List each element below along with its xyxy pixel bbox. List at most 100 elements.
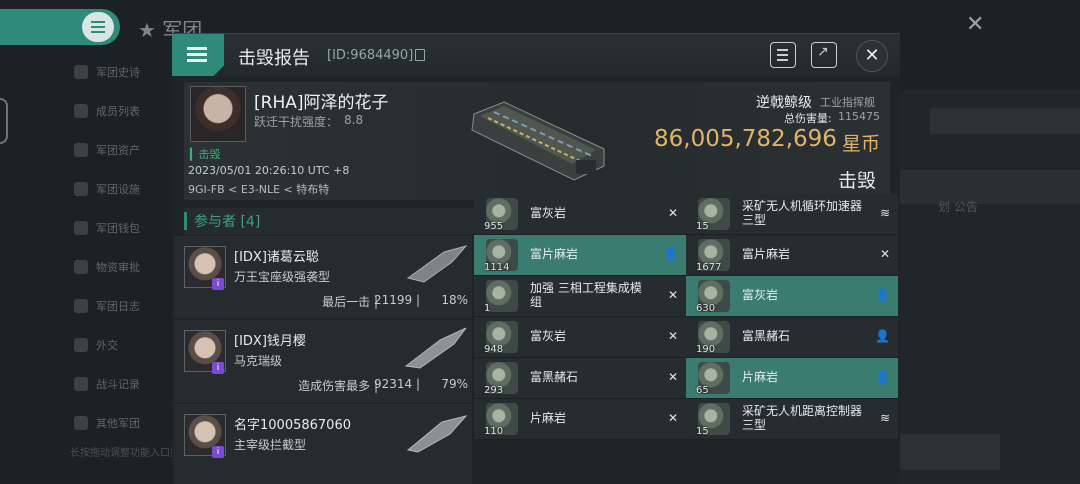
- item-name: 富黑赭石: [530, 370, 579, 384]
- item-name: 采矿无人机循环加速器 三型: [742, 199, 863, 227]
- loot-item[interactable]: 630 富灰岩 👤: [686, 276, 898, 317]
- kill-datetime: 2023/05/01 20:26:10 UTC +8: [188, 164, 350, 177]
- sidebar-item-approval[interactable]: 物资审批: [60, 247, 170, 286]
- loot-item[interactable]: 15 采矿无人机距离控制器 三型 ≋: [686, 399, 898, 440]
- app-root: ★ 军团 ✕ 军团史诗 成员列表 军团资产 军团设施 军团钱包 物资审批 军团日…: [0, 0, 1080, 484]
- sidebar-item-label: 其他军团: [96, 416, 140, 430]
- victim-portrait[interactable]: [190, 86, 246, 142]
- participant-name: 名字10005867060: [234, 418, 351, 433]
- sidebar-item-log[interactable]: 军团日志: [60, 286, 170, 325]
- menu-icon[interactable]: [172, 34, 224, 76]
- participant-note-text: 造成伤害最多: [298, 379, 371, 393]
- sidebar-icon: [74, 376, 88, 391]
- item-quantity: 1114: [484, 262, 510, 273]
- bg-close-icon[interactable]: ✕: [966, 12, 984, 37]
- total-damage-label: 总伤害量:: [784, 112, 832, 125]
- bg-right-panel: 划 公告: [900, 90, 1080, 484]
- info-badge-icon: i: [212, 362, 224, 374]
- sidebar-item-diplomacy[interactable]: 外交: [60, 325, 170, 364]
- loot-item[interactable]: 15 采矿无人机循环加速器 三型 ≋: [686, 194, 898, 235]
- kill-report-dialog: 击毁报告 [ID:9684490] ✕ [RHA]阿泽的花子 跃迁干扰强度： 8…: [172, 33, 900, 484]
- person-icon: 👤: [663, 247, 678, 261]
- destroyed-icon: ✕: [667, 411, 678, 425]
- participant-damage-text: 92314: [373, 377, 413, 391]
- item-name: 片麻岩: [742, 370, 779, 384]
- loot-item[interactable]: 190 富黑赭石 👤: [686, 317, 898, 358]
- report-id: [ID:9684490]: [327, 48, 414, 63]
- victim-ship-class[interactable]: 逆戟鲸级: [756, 92, 812, 112]
- person-icon: 👤: [875, 288, 890, 302]
- loot-item[interactable]: 1114 富片麻岩 👤: [474, 235, 686, 276]
- loot-item[interactable]: 948 富灰岩 ✕: [474, 317, 686, 358]
- participant-ship-image: [406, 415, 468, 453]
- participant-row[interactable]: i 名字10005867060 主宰级拦截型: [174, 404, 472, 484]
- sidebar-icon: [74, 103, 88, 118]
- participant-note-text: 最后一击: [322, 295, 371, 309]
- victim-pilot-name[interactable]: [RHA]阿泽的花子: [254, 88, 389, 113]
- close-icon[interactable]: ✕: [856, 40, 888, 72]
- isk-value: 86,005,782,696: [654, 126, 837, 152]
- dialog-title: 击毁报告: [238, 48, 310, 69]
- item-quantity: 1: [484, 303, 491, 314]
- sidebar-item-epic[interactable]: 军团史诗: [60, 52, 170, 91]
- loot-item[interactable]: 1677 富片麻岩 ✕: [686, 235, 898, 276]
- stack-icon: ≋: [879, 206, 890, 220]
- item-name: 片麻岩: [530, 411, 567, 425]
- participant-damage: 92314 |: [373, 377, 420, 391]
- info-badge-icon: i: [212, 446, 224, 458]
- item-quantity: 110: [484, 426, 504, 437]
- sidebar-item-other-corps[interactable]: 其他军团: [60, 403, 170, 442]
- sidebar-item-label: 物资审批: [96, 260, 140, 274]
- sidebar-item-label: 军团钱包: [96, 221, 140, 235]
- participant-ship-image: [404, 327, 467, 369]
- loot-item[interactable]: 293 富黑赭石 ✕: [474, 358, 686, 399]
- loot-item[interactable]: 955 富灰岩 ✕: [474, 194, 686, 235]
- sidebar-icon: [74, 259, 88, 274]
- item-name: 采矿无人机距离控制器 三型: [742, 404, 863, 432]
- sidebar-item-members[interactable]: 成员列表: [60, 91, 170, 130]
- bg-left-handle[interactable]: [0, 98, 8, 144]
- person-icon: 👤: [875, 329, 890, 343]
- destroyed-icon: ✕: [667, 329, 678, 343]
- warp-disrupt-value: 8.8: [344, 113, 364, 127]
- victim-ship-role: 工业指挥舰: [820, 96, 875, 109]
- participant-row[interactable]: i [IDX]钱月樱 马克瑞级 造成伤害最多 | 92314 | 79%: [174, 320, 472, 402]
- sidebar-item-label: 外交: [96, 338, 118, 352]
- participant-percent: 79%: [441, 377, 468, 391]
- participant-name: [IDX]钱月樱: [234, 334, 306, 349]
- sidebar-icon: [74, 415, 88, 430]
- loot-item[interactable]: 110 片麻岩 ✕: [474, 399, 686, 440]
- total-damage-value: 115475: [838, 110, 880, 123]
- destroyed-icon: ✕: [667, 288, 678, 302]
- copy-icon[interactable]: [415, 49, 425, 61]
- sidebar-item-wallet[interactable]: 军团钱包: [60, 208, 170, 247]
- participant-ship: 马克瑞级: [234, 354, 283, 368]
- sidebar-item-label: 成员列表: [96, 104, 140, 118]
- participants-header: 参与者 [4]: [184, 208, 474, 234]
- bg-menu-button[interactable]: [0, 9, 120, 45]
- sidebar-item-assets[interactable]: 军团资产: [60, 130, 170, 169]
- kill-tag: ▎击毁: [190, 148, 221, 161]
- participant-percent: 18%: [441, 293, 468, 307]
- participant-name: [IDX]诸葛云聪: [234, 250, 319, 265]
- item-name: 富片麻岩: [530, 247, 579, 261]
- item-quantity: 65: [696, 385, 709, 396]
- bg-right-bar: [930, 108, 1080, 134]
- sidebar-item-combat-log[interactable]: 战斗记录: [60, 364, 170, 403]
- item-icon: [486, 280, 518, 312]
- warp-disrupt-label: 跃迁干扰强度：: [254, 115, 339, 129]
- participant-row[interactable]: i [IDX]诸葛云聪 万王宝座级强袭型 最后一击 | 21199 | 18%: [174, 236, 472, 318]
- item-name: 富灰岩: [530, 206, 567, 220]
- sidebar-item-facilities[interactable]: 军团设施: [60, 169, 170, 208]
- participant-ship-image: [406, 245, 468, 283]
- info-badge-icon: i: [212, 278, 224, 290]
- person-icon: 👤: [875, 370, 890, 384]
- victim-ship-image[interactable]: [464, 94, 614, 182]
- sidebar-item-label: 战斗记录: [96, 377, 140, 391]
- kill-result: 击毁: [838, 170, 877, 192]
- loot-item[interactable]: 65 片麻岩 👤: [686, 358, 898, 399]
- loot-item[interactable]: 1 加强 三相工程集成模组 ✕: [474, 276, 686, 317]
- share-icon[interactable]: [811, 42, 837, 68]
- document-icon[interactable]: [770, 42, 796, 68]
- sidebar-icon: [74, 181, 88, 196]
